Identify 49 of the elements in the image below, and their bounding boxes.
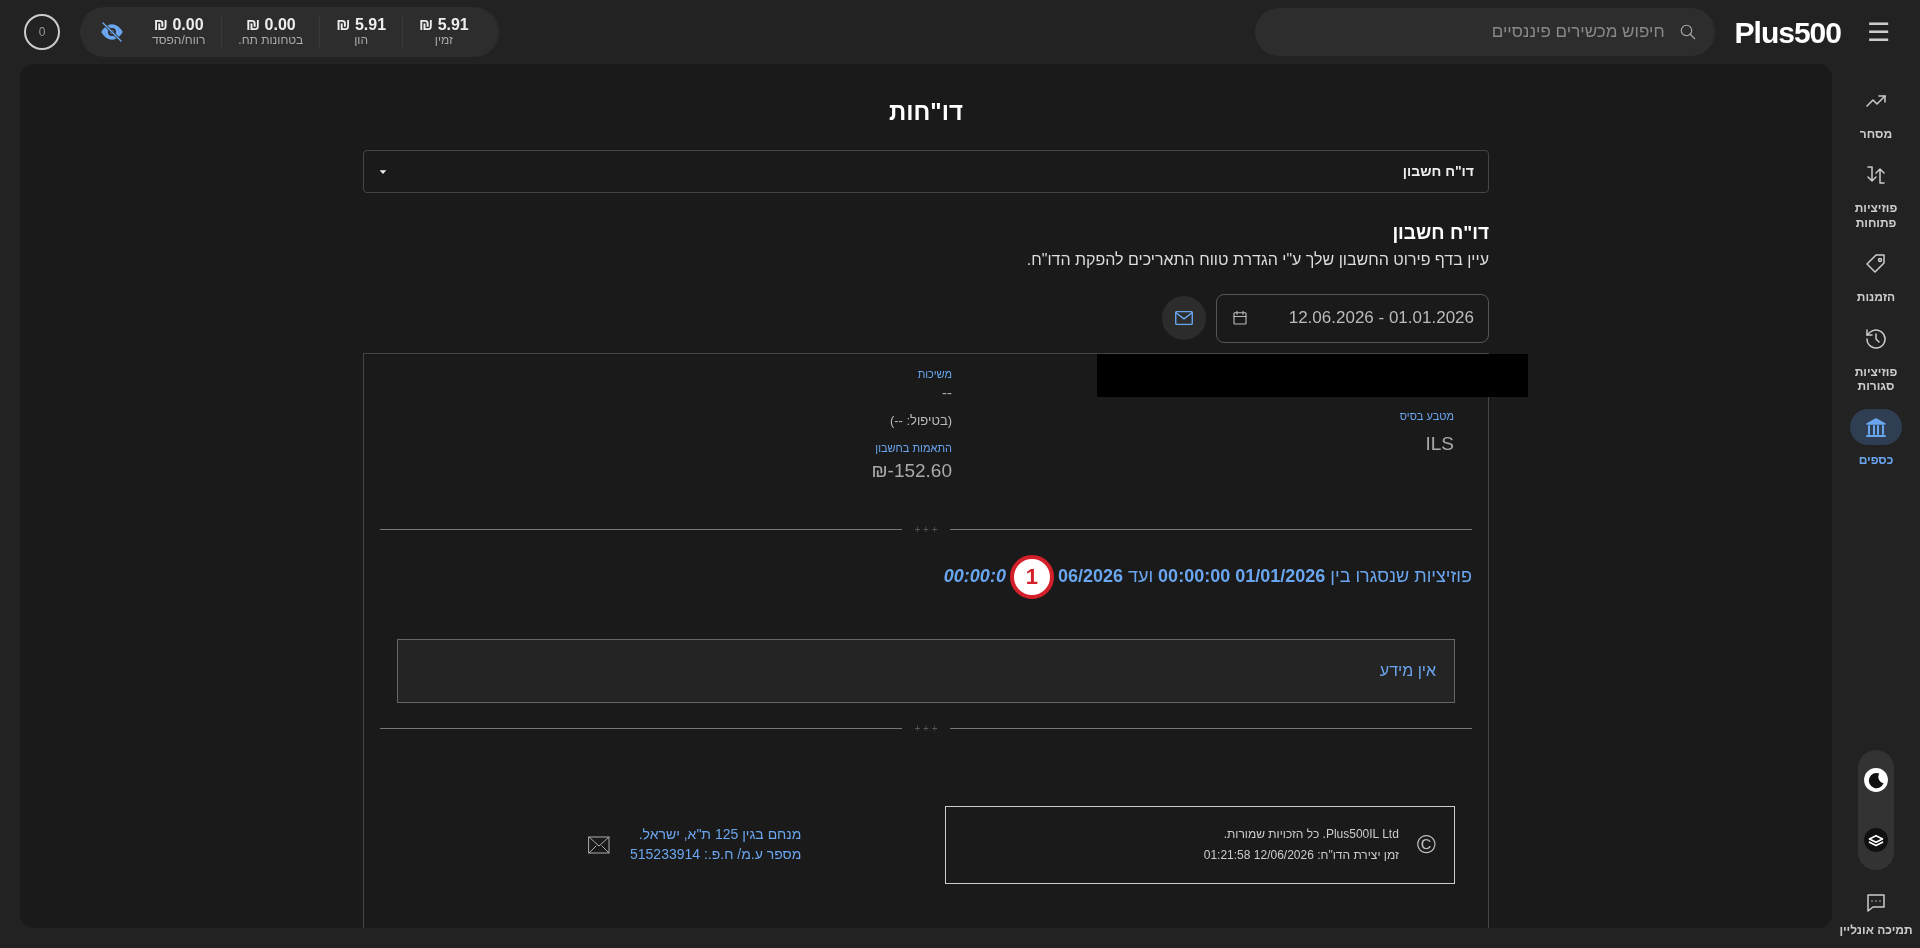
company-address: מנחם בגין 125 ת"א, ישראל. [637,824,802,844]
step-marker: 1 [1009,554,1054,599]
stat-label: רווח/הפסד [152,34,206,49]
moon-icon [1863,766,1889,793]
history-icon [1864,326,1888,351]
field-value: ₪-152.60 [870,458,952,483]
divider-mark: + + + [914,522,938,537]
field-label: מטבע בסיס [1398,408,1454,424]
stat-label: זמין [433,34,454,49]
stat-label: בטחונות תח. [238,34,304,49]
sidebar-item[interactable]: מסחר [1844,82,1908,143]
sidebar-item[interactable]: הזמנות [1844,245,1908,306]
field-value: -- [941,383,952,403]
no-data-message: אין מידע [397,638,1455,703]
stat-value: 5.91 ₪ [419,15,469,35]
search-field[interactable]: חיפוש מכשירים פיננסיים [1254,8,1715,56]
copyright-icon: © [1416,825,1436,864]
stat-value: 5.91 ₪ [336,15,387,35]
closed-positions-time: 00:00:0 [943,565,1006,588]
section-title: דו"ח חשבון [1391,221,1489,245]
page-title: דו"חות [888,97,964,127]
report-select[interactable]: דו"ח חשבון [363,150,1489,193]
email-button[interactable] [1162,296,1206,340]
layers-icon [1863,826,1889,853]
divider-mark: + + + [914,721,938,736]
hide-eye-icon[interactable] [100,20,124,44]
bank-icon [1864,415,1888,440]
report-created-time: זמן יצירת הדו"ח: 12/06/2026 01:21:58 [1203,846,1399,864]
pending-note: (בטיפול: --) [888,411,952,430]
sidebar-item[interactable]: פוזיציות פתוחות [1835,156,1917,232]
copyright-text: Plus500IL Ltd. כל הזכויות שמורות. [1222,826,1399,844]
stat-label: הון [353,34,370,49]
sidebar-item[interactable]: פוזיציות סגורות [1835,319,1917,395]
search-icon [1678,23,1697,41]
company-id: מספר ע.מ/ ח.פ.: 515233914 [630,844,802,864]
field-value: ILS [1424,432,1454,456]
stat-value: 0.00 ₪ [152,15,205,35]
section-description: עיין בדף פירוט החשבון שלך ע"י הגדרת טווח התאריכים להפקת הדו"ח. [1025,249,1489,270]
logo: Plus500 [1734,14,1841,51]
support-chat-button[interactable]: תמיכה אונליין [1833,889,1919,938]
date-range-field[interactable]: 01.01.2026 - 12.06.2026 [1216,293,1489,343]
field-label: משיכות [916,366,952,382]
account-avatar[interactable]: 0 [24,14,60,50]
field-label: התאמות בחשבון [874,441,952,456]
menu-button[interactable]: ☰ [1861,18,1896,46]
stat-value: 0.00 ₪ [244,15,297,35]
theme-toggle[interactable] [1858,749,1894,870]
calendar-icon [1231,309,1249,327]
sidebar-item[interactable]: כספים [1844,408,1908,469]
